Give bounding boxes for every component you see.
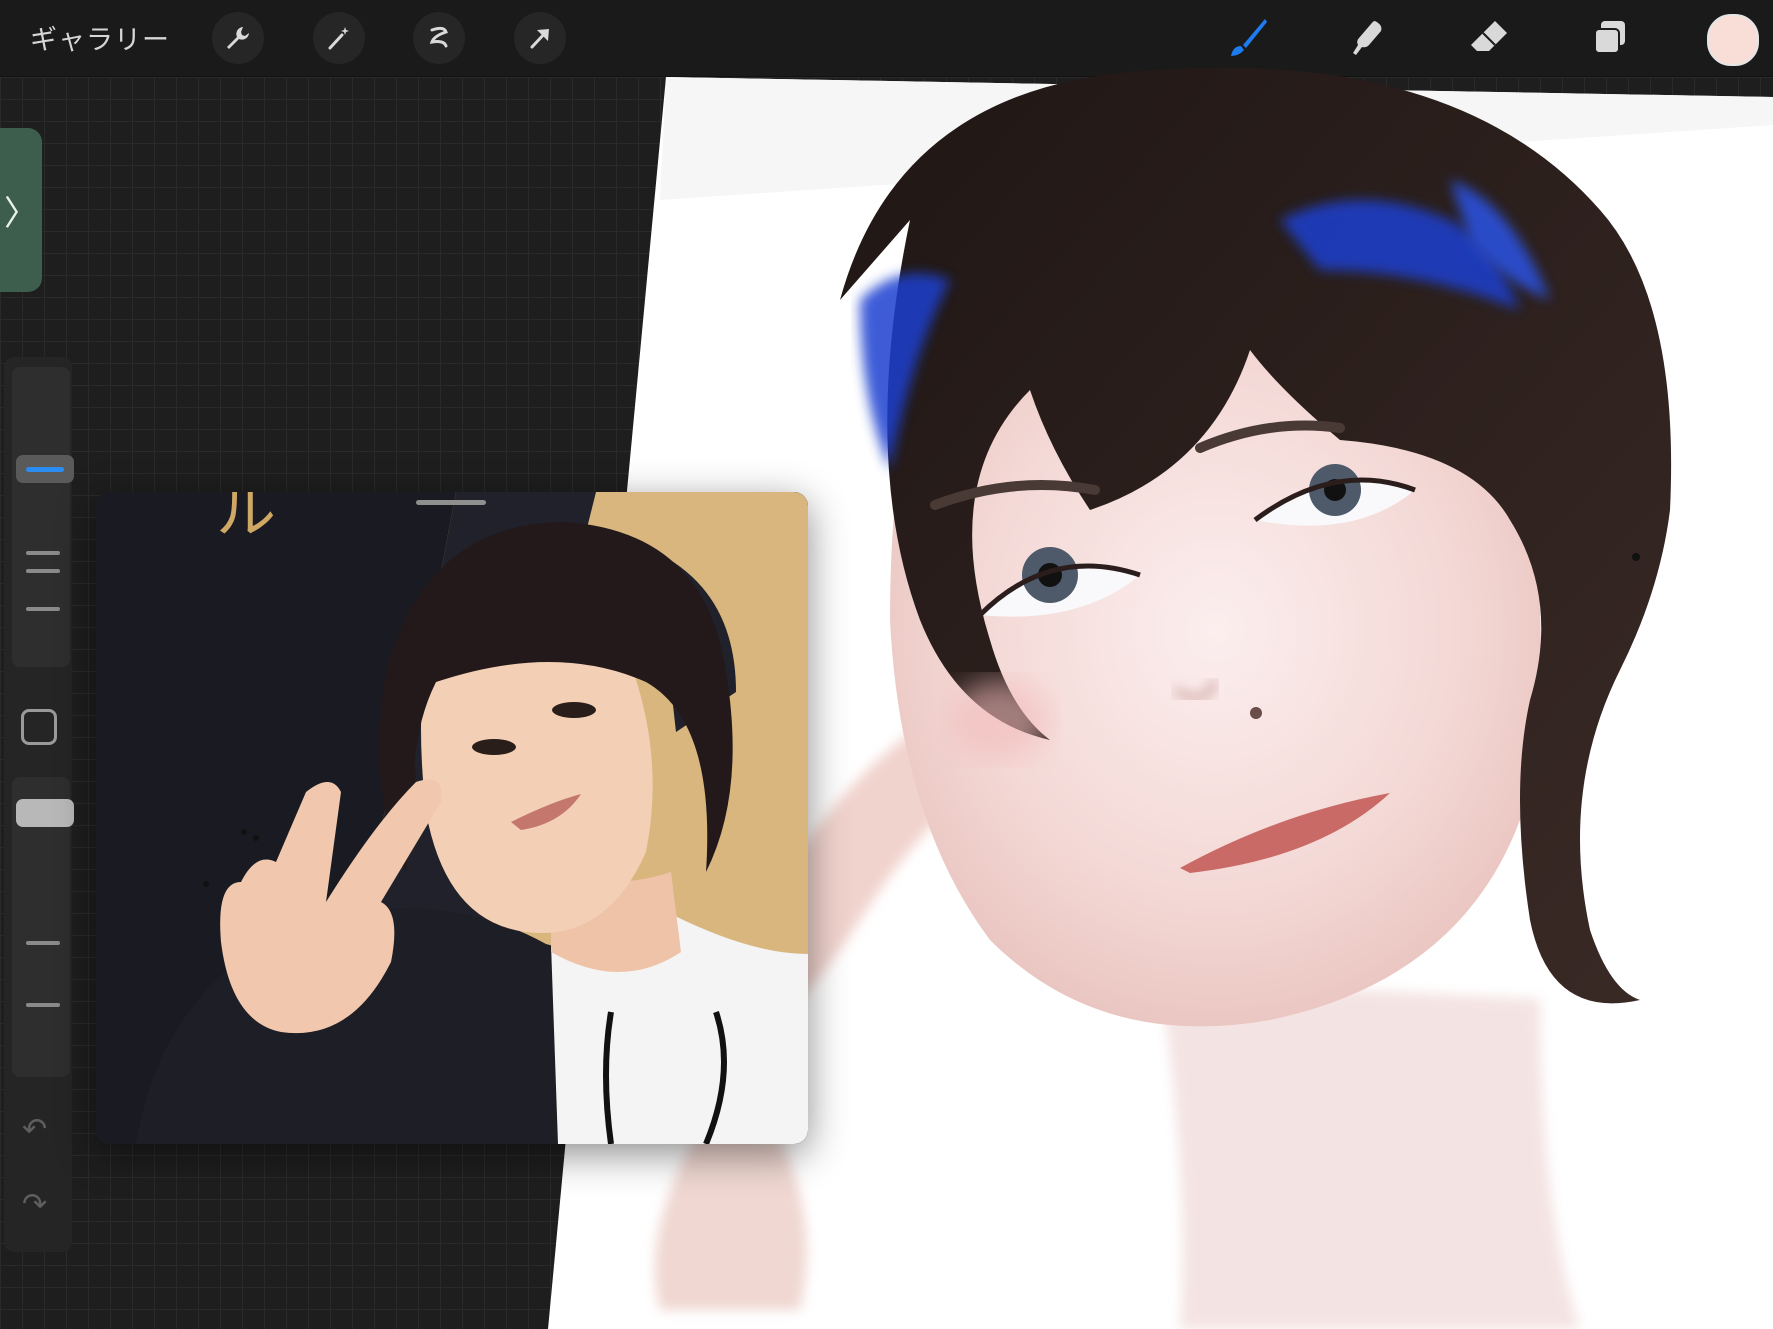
painted-neck bbox=[1160, 980, 1580, 1329]
brush-size-slider[interactable] bbox=[12, 367, 74, 667]
redo-icon[interactable]: ↷ bbox=[22, 1187, 47, 1222]
reference-window[interactable]: ル bbox=[96, 492, 808, 1144]
reference-photo: ル bbox=[96, 492, 808, 1144]
sidebar-expand-tab[interactable]: 〉 bbox=[0, 128, 42, 292]
brush-opacity-slider[interactable] bbox=[12, 777, 74, 1077]
brush-size-thumb[interactable] bbox=[16, 455, 74, 483]
undo-icon[interactable]: ↶ bbox=[22, 1112, 47, 1147]
modify-button[interactable] bbox=[21, 709, 57, 745]
brush-opacity-thumb[interactable] bbox=[16, 799, 74, 827]
reference-drag-handle[interactable] bbox=[416, 500, 486, 505]
left-sidebar: ↶ ↷ bbox=[4, 357, 74, 1252]
svg-text:ル: ル bbox=[216, 492, 276, 547]
